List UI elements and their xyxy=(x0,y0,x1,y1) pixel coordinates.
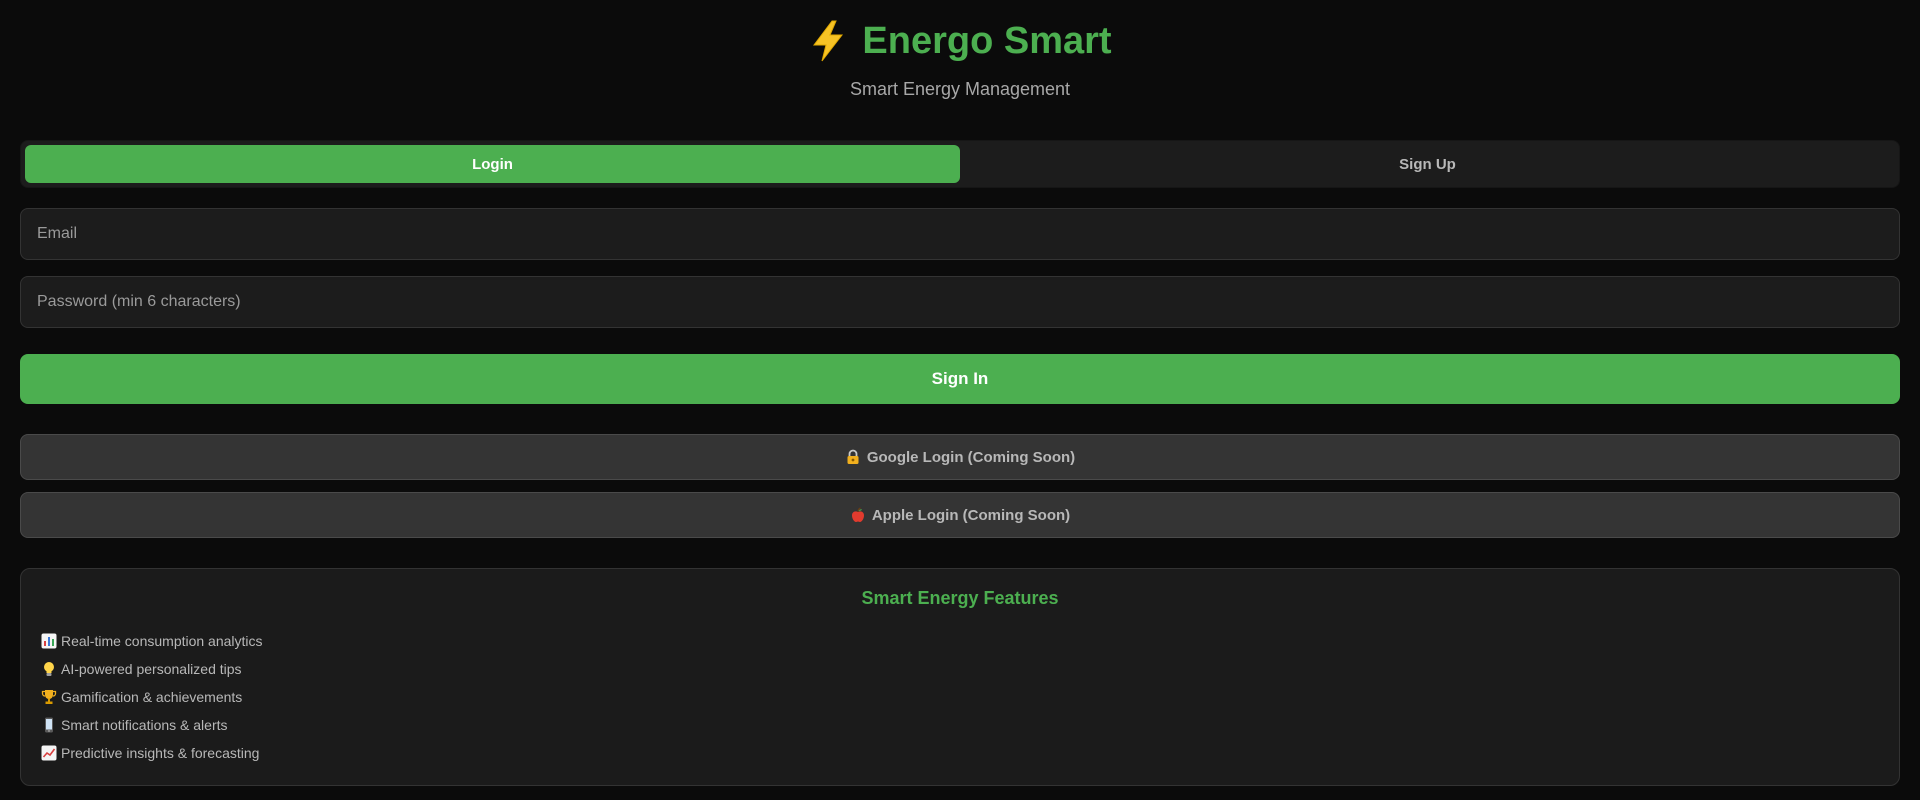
app-subtitle: Smart Energy Management xyxy=(849,79,1071,99)
feature-list: Real-time consumption analytics AI-power… xyxy=(41,627,1879,767)
mobile-phone-icon xyxy=(45,717,53,733)
google-login-button[interactable]: Google Login (Coming Soon) xyxy=(20,434,1900,480)
tab-sign-up[interactable]: Sign Up xyxy=(960,145,1895,183)
apple-login-button[interactable]: Apple Login (Coming Soon) xyxy=(20,492,1900,538)
apple-login-label: Apple Login (Coming Soon) xyxy=(871,506,1071,524)
list-item: Gamification & achievements xyxy=(41,683,1879,711)
apple-icon xyxy=(851,507,864,522)
password-field[interactable] xyxy=(20,276,1900,328)
tab-login[interactable]: Login xyxy=(25,145,960,183)
feature-label: Real-time consumption analytics xyxy=(61,633,263,649)
features-title: Smart Energy Features xyxy=(861,588,1059,608)
auth-tabs: Login Sign Up xyxy=(20,140,1900,188)
trending-up-icon xyxy=(41,745,57,761)
app-title: Energo Smart xyxy=(808,18,1112,64)
feature-label: Predictive insights & forecasting xyxy=(61,745,260,761)
feature-label: Gamification & achievements xyxy=(61,689,243,705)
trophy-icon xyxy=(41,690,57,704)
sign-in-button[interactable]: Sign In xyxy=(20,354,1900,404)
bar-chart-icon xyxy=(41,633,57,649)
login-page: Energo Smart Smart Energy Management Log… xyxy=(0,0,1920,800)
app-header: Energo Smart Smart Energy Management xyxy=(20,0,1900,100)
lock-key-icon xyxy=(847,449,859,464)
lightning-bolt-icon xyxy=(813,20,844,62)
light-bulb-icon xyxy=(44,662,54,676)
feature-label: Smart notifications & alerts xyxy=(61,717,228,733)
list-item: Predictive insights & forecasting xyxy=(41,739,1879,767)
features-panel: Smart Energy Features Real-time consumpt… xyxy=(20,568,1900,786)
google-login-label: Google Login (Coming Soon) xyxy=(866,448,1076,466)
list-item: Smart notifications & alerts xyxy=(41,711,1879,739)
list-item: Real-time consumption analytics xyxy=(41,627,1879,655)
list-item: AI-powered personalized tips xyxy=(41,655,1879,683)
email-field[interactable] xyxy=(20,208,1900,260)
feature-label: AI-powered personalized tips xyxy=(61,661,242,677)
app-title-text: Energo Smart xyxy=(862,20,1112,62)
